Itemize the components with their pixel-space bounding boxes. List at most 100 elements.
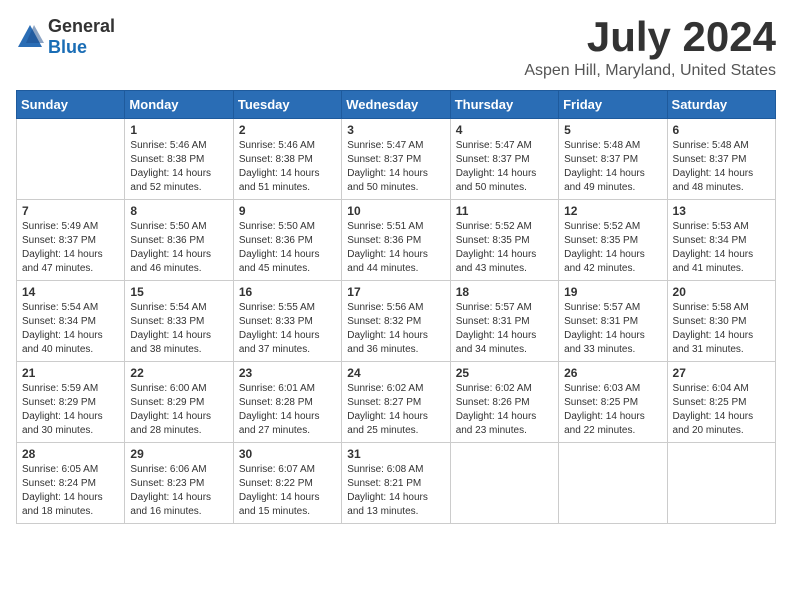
day-number: 31 <box>347 447 444 461</box>
day-number: 6 <box>673 123 770 137</box>
day-info: Sunrise: 6:08 AMSunset: 8:21 PMDaylight:… <box>347 463 444 519</box>
logo-general: General <box>48 16 115 36</box>
day-info: Sunrise: 5:52 AMSunset: 8:35 PMDaylight:… <box>564 220 661 276</box>
day-info: Sunrise: 6:02 AMSunset: 8:27 PMDaylight:… <box>347 382 444 438</box>
week-row-3: 14Sunrise: 5:54 AMSunset: 8:34 PMDayligh… <box>17 281 776 362</box>
header-row: SundayMondayTuesdayWednesdayThursdayFrid… <box>17 91 776 119</box>
calendar-cell: 12 Sunrise: 5:52 AMSunset: 8:35 PMDayligh… <box>559 200 667 281</box>
calendar-cell: 6 Sunrise: 5:48 AMSunset: 8:37 PMDaylight… <box>667 119 775 200</box>
calendar-cell: 11Sunrise: 5:52 AMSunset: 8:35 PMDayligh… <box>450 200 558 281</box>
day-number: 3 <box>347 123 444 137</box>
header-day-thursday: Thursday <box>450 91 558 119</box>
day-info: Sunrise: 5:47 AMSunset: 8:37 PMDaylight:… <box>347 139 444 195</box>
day-info: Sunrise: 5:53 AMSunset: 8:34 PMDaylight:… <box>673 220 770 276</box>
calendar-cell <box>17 119 125 200</box>
calendar-cell: 28Sunrise: 6:05 AMSunset: 8:24 PMDayligh… <box>17 443 125 524</box>
calendar-cell <box>450 443 558 524</box>
day-number: 1 <box>130 123 227 137</box>
calendar-cell: 4 Sunrise: 5:47 AMSunset: 8:37 PMDaylight… <box>450 119 558 200</box>
calendar-cell <box>559 443 667 524</box>
week-row-2: 7Sunrise: 5:49 AMSunset: 8:37 PMDaylight… <box>17 200 776 281</box>
day-info: Sunrise: 5:47 AMSunset: 8:37 PMDaylight:… <box>456 139 553 195</box>
day-info: Sunrise: 5:54 AMSunset: 8:34 PMDaylight:… <box>22 301 119 357</box>
title-area: July 2024 Aspen Hill, Maryland, United S… <box>524 16 776 80</box>
calendar-cell: 24 Sunrise: 6:02 AMSunset: 8:27 PMDayligh… <box>342 362 450 443</box>
calendar-cell: 21 Sunrise: 5:59 AMSunset: 8:29 PMDayligh… <box>17 362 125 443</box>
day-info: Sunrise: 5:50 AMSunset: 8:36 PMDaylight:… <box>239 220 336 276</box>
header-day-saturday: Saturday <box>667 91 775 119</box>
header-day-sunday: Sunday <box>17 91 125 119</box>
calendar-cell: 31 Sunrise: 6:08 AMSunset: 8:21 PMDayligh… <box>342 443 450 524</box>
day-info: Sunrise: 5:51 AMSunset: 8:36 PMDaylight:… <box>347 220 444 276</box>
calendar-cell: 9 Sunrise: 5:50 AMSunset: 8:36 PMDaylight… <box>233 200 341 281</box>
day-number: 29 <box>130 447 227 461</box>
day-info: Sunrise: 6:05 AMSunset: 8:24 PMDaylight:… <box>22 463 119 519</box>
day-info: Sunrise: 6:07 AMSunset: 8:22 PMDaylight:… <box>239 463 336 519</box>
location-title: Aspen Hill, Maryland, United States <box>524 62 776 80</box>
day-number: 30 <box>239 447 336 461</box>
day-info: Sunrise: 6:04 AMSunset: 8:25 PMDaylight:… <box>673 382 770 438</box>
calendar-cell <box>667 443 775 524</box>
day-info: Sunrise: 5:55 AMSunset: 8:33 PMDaylight:… <box>239 301 336 357</box>
day-number: 5 <box>564 123 661 137</box>
calendar-cell: 3 Sunrise: 5:47 AMSunset: 8:37 PMDaylight… <box>342 119 450 200</box>
calendar-cell: 14Sunrise: 5:54 AMSunset: 8:34 PMDayligh… <box>17 281 125 362</box>
day-number: 22 <box>130 366 227 380</box>
day-info: Sunrise: 5:57 AMSunset: 8:31 PMDaylight:… <box>564 301 661 357</box>
logo-blue: Blue <box>48 37 87 57</box>
day-number: 27 <box>673 366 770 380</box>
day-info: Sunrise: 6:01 AMSunset: 8:28 PMDaylight:… <box>239 382 336 438</box>
day-info: Sunrise: 6:06 AMSunset: 8:23 PMDaylight:… <box>130 463 227 519</box>
day-number: 23 <box>239 366 336 380</box>
calendar-cell: 7Sunrise: 5:49 AMSunset: 8:37 PMDaylight… <box>17 200 125 281</box>
calendar-cell: 23 Sunrise: 6:01 AMSunset: 8:28 PMDayligh… <box>233 362 341 443</box>
logo: General Blue <box>16 16 115 58</box>
calendar-cell: 17Sunrise: 5:56 AMSunset: 8:32 PMDayligh… <box>342 281 450 362</box>
day-number: 2 <box>239 123 336 137</box>
day-info: Sunrise: 5:52 AMSunset: 8:35 PMDaylight:… <box>456 220 553 276</box>
day-number: 9 <box>239 204 336 218</box>
day-info: Sunrise: 5:46 AMSunset: 8:38 PMDaylight:… <box>239 139 336 195</box>
calendar-cell: 15 Sunrise: 5:54 AMSunset: 8:33 PMDayligh… <box>125 281 233 362</box>
day-info: Sunrise: 5:48 AMSunset: 8:37 PMDaylight:… <box>673 139 770 195</box>
day-number: 19 <box>564 285 661 299</box>
calendar-cell: 22 Sunrise: 6:00 AMSunset: 8:29 PMDayligh… <box>125 362 233 443</box>
calendar-cell: 29 Sunrise: 6:06 AMSunset: 8:23 PMDayligh… <box>125 443 233 524</box>
day-number: 25 <box>456 366 553 380</box>
week-row-5: 28Sunrise: 6:05 AMSunset: 8:24 PMDayligh… <box>17 443 776 524</box>
page-header: General Blue July 2024 Aspen Hill, Maryl… <box>16 16 776 80</box>
header-day-tuesday: Tuesday <box>233 91 341 119</box>
day-number: 10 <box>347 204 444 218</box>
day-info: Sunrise: 6:02 AMSunset: 8:26 PMDaylight:… <box>456 382 553 438</box>
calendar-cell: 27 Sunrise: 6:04 AMSunset: 8:25 PMDayligh… <box>667 362 775 443</box>
calendar-cell: 8Sunrise: 5:50 AMSunset: 8:36 PMDaylight… <box>125 200 233 281</box>
day-info: Sunrise: 5:58 AMSunset: 8:30 PMDaylight:… <box>673 301 770 357</box>
day-info: Sunrise: 5:57 AMSunset: 8:31 PMDaylight:… <box>456 301 553 357</box>
day-number: 26 <box>564 366 661 380</box>
day-info: Sunrise: 5:59 AMSunset: 8:29 PMDaylight:… <box>22 382 119 438</box>
day-number: 15 <box>130 285 227 299</box>
logo-icon <box>16 23 44 51</box>
day-info: Sunrise: 6:00 AMSunset: 8:29 PMDaylight:… <box>130 382 227 438</box>
month-title: July 2024 <box>524 16 776 58</box>
calendar-cell: 16 Sunrise: 5:55 AMSunset: 8:33 PMDayligh… <box>233 281 341 362</box>
calendar-cell: 25 Sunrise: 6:02 AMSunset: 8:26 PMDayligh… <box>450 362 558 443</box>
day-number: 17 <box>347 285 444 299</box>
day-info: Sunrise: 5:54 AMSunset: 8:33 PMDaylight:… <box>130 301 227 357</box>
header-day-monday: Monday <box>125 91 233 119</box>
day-number: 24 <box>347 366 444 380</box>
day-number: 21 <box>22 366 119 380</box>
calendar-cell: 30 Sunrise: 6:07 AMSunset: 8:22 PMDayligh… <box>233 443 341 524</box>
day-info: Sunrise: 5:46 AMSunset: 8:38 PMDaylight:… <box>130 139 227 195</box>
day-number: 8 <box>130 204 227 218</box>
day-number: 20 <box>673 285 770 299</box>
header-day-friday: Friday <box>559 91 667 119</box>
calendar-cell: 18Sunrise: 5:57 AMSunset: 8:31 PMDayligh… <box>450 281 558 362</box>
day-number: 12 <box>564 204 661 218</box>
header-day-wednesday: Wednesday <box>342 91 450 119</box>
day-number: 7 <box>22 204 119 218</box>
day-number: 13 <box>673 204 770 218</box>
day-number: 16 <box>239 285 336 299</box>
day-number: 4 <box>456 123 553 137</box>
day-info: Sunrise: 6:03 AMSunset: 8:25 PMDaylight:… <box>564 382 661 438</box>
